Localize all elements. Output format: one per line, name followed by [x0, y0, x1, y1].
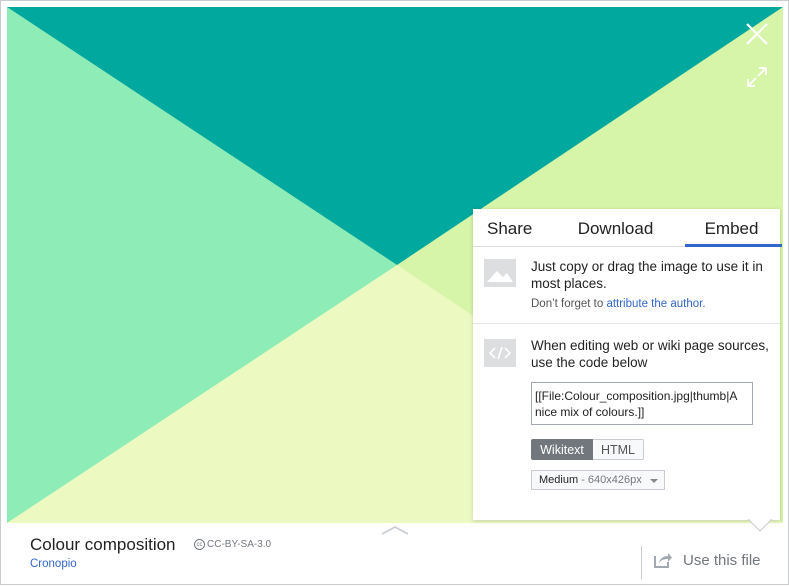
cc-icon: cc	[194, 539, 205, 550]
media-viewer: Share Download Embed Just copy or drag t…	[0, 0, 789, 585]
size-dims: - 640x426px	[581, 474, 642, 486]
close-icon	[746, 23, 768, 45]
attribution-prefix: Don’t forget to	[531, 298, 604, 310]
size-label: Medium	[539, 474, 579, 486]
tab-embed[interactable]: Embed	[683, 209, 782, 247]
fullscreen-button[interactable]	[744, 64, 770, 90]
size-select[interactable]: Medium - 640x426px	[531, 470, 665, 490]
code-icon	[484, 339, 516, 367]
chevron-up-icon[interactable]	[381, 524, 409, 536]
embed-code-field[interactable]: [[File:Colour_composition.jpg|thumb|A ni…	[531, 382, 753, 425]
share-icon	[654, 553, 672, 568]
attribute-author-link[interactable]: attribute the author.	[606, 298, 705, 310]
copy-image-text: Just copy or drag the image to use it in…	[531, 259, 763, 291]
license-badge[interactable]: cc CC-BY-SA-3.0	[194, 539, 271, 550]
chevron-down-icon	[650, 479, 658, 483]
embed-panel: Share Download Embed Just copy or drag t…	[473, 209, 782, 520]
fullscreen-icon	[747, 67, 767, 87]
attribution-note: Don’t forget to attribute the author.	[531, 298, 770, 310]
tab-download[interactable]: Download	[548, 209, 683, 246]
wikitext-button[interactable]: Wikitext	[531, 439, 593, 460]
license-text: CC-BY-SA-3.0	[207, 539, 272, 550]
html-button[interactable]: HTML	[593, 439, 644, 460]
metadata-bar: Colour composition cc CC-BY-SA-3.0 Crono…	[1, 523, 789, 586]
divider	[641, 546, 642, 579]
tab-share[interactable]: Share	[473, 209, 548, 246]
image-icon	[484, 259, 516, 287]
use-this-file-button[interactable]: Use this file	[653, 551, 761, 569]
panel-tabs: Share Download Embed	[473, 209, 782, 247]
embed-code-text: When editing web or wiki page sources, u…	[531, 338, 769, 370]
use-this-file-label: Use this file	[683, 551, 761, 569]
copy-image-section: Just copy or drag the image to use it in…	[473, 247, 780, 324]
embed-code-section: When editing web or wiki page sources, u…	[473, 324, 780, 490]
author-link[interactable]: Cronopio	[30, 558, 77, 570]
format-toggle: Wikitext HTML	[531, 439, 770, 460]
close-button[interactable]	[744, 21, 770, 47]
image-title: Colour composition	[30, 535, 176, 554]
